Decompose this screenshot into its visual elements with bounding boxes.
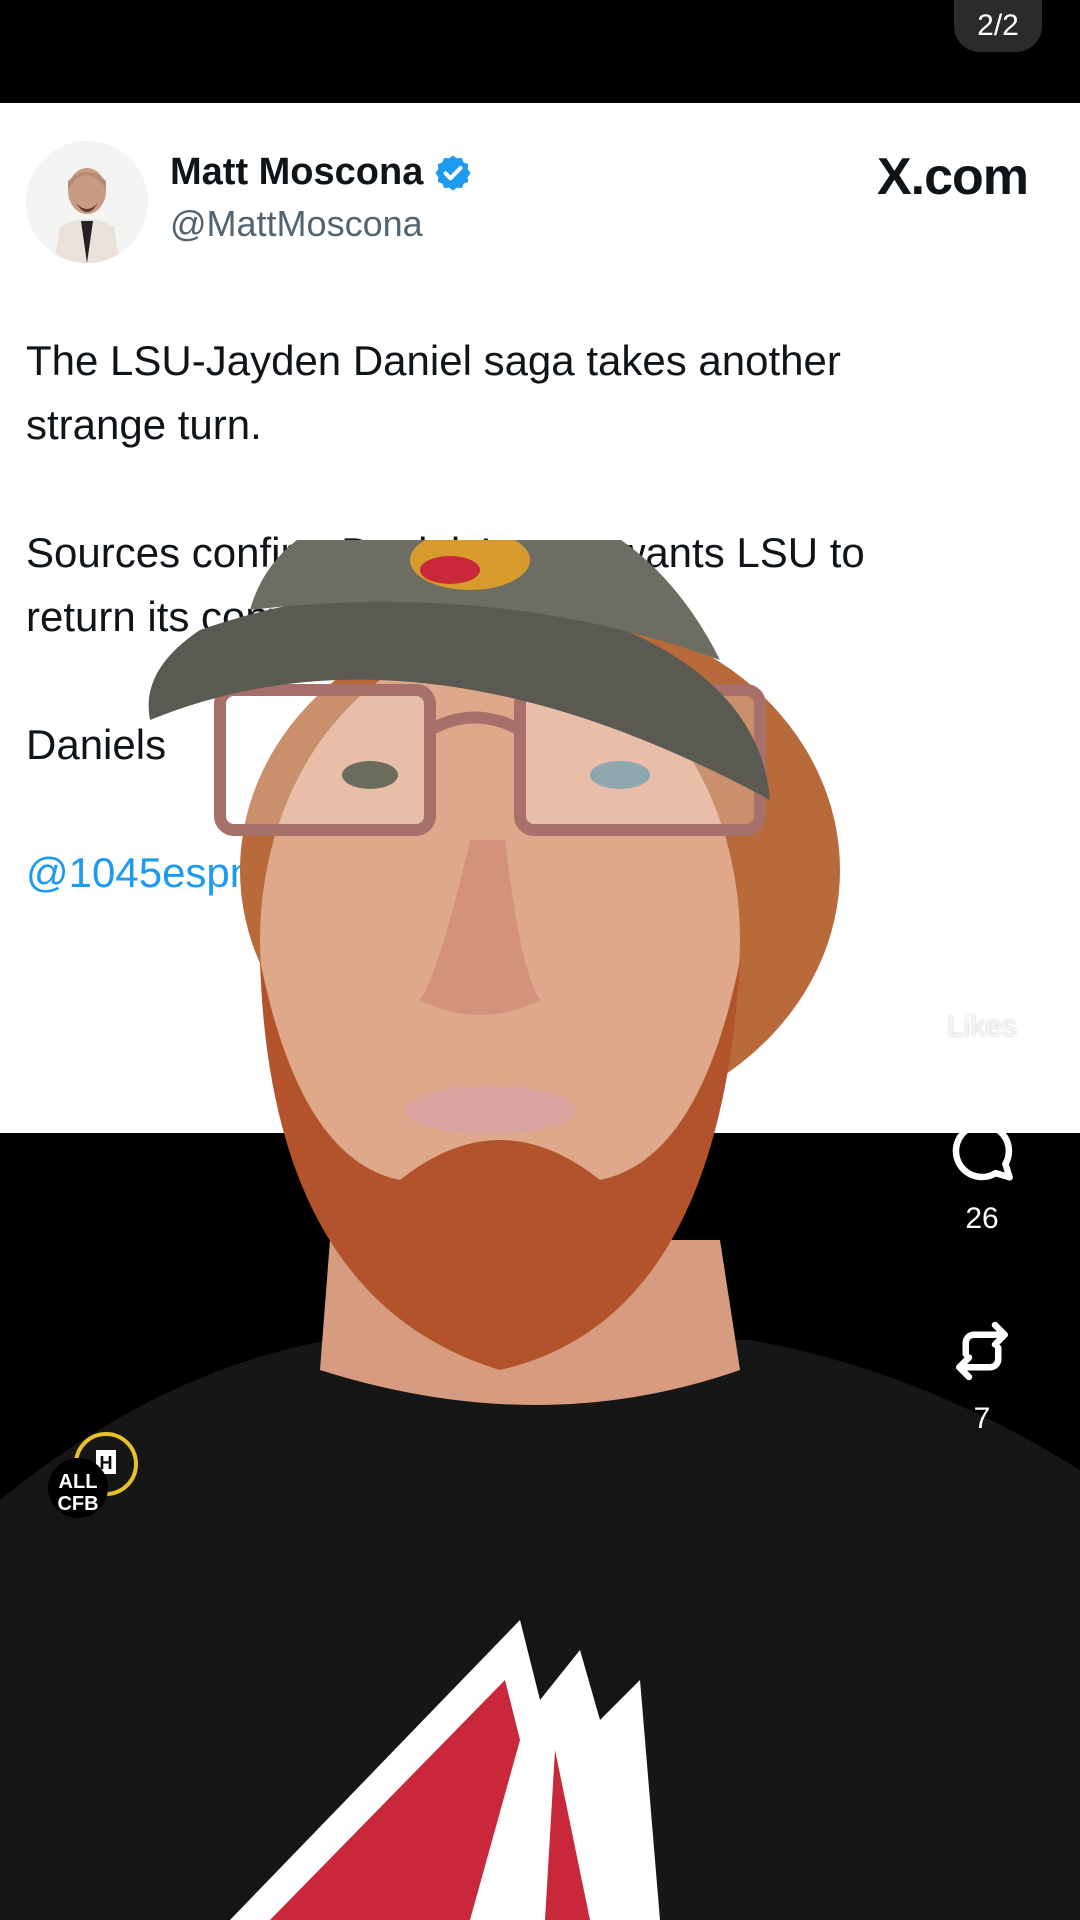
repost-action[interactable]: 7 [922, 1312, 1042, 1436]
channel-watermark-logo: H ALL CFB [48, 1432, 138, 1518]
likes-label: Likes [946, 1010, 1018, 1043]
verified-badge-icon [435, 155, 471, 190]
comment-action[interactable]: 26 [922, 1112, 1042, 1236]
author-name: Matt Moscona [170, 151, 473, 194]
like-action[interactable]: Likes [922, 920, 1042, 1044]
author-name-text: Matt Moscona [170, 151, 424, 193]
page-counter: 2/2 [954, 0, 1042, 52]
author-avatar [26, 141, 148, 263]
brand-logo: X.com [876, 148, 1029, 206]
author-handle: @MattMoscona [170, 203, 423, 244]
svg-text:CFB: CFB [57, 1493, 98, 1515]
repost-arrows-icon[interactable] [943, 1312, 1021, 1390]
heart-icon[interactable] [943, 920, 1021, 998]
comment-bubble-icon[interactable] [943, 1112, 1021, 1190]
svg-text:ALL: ALL [59, 1471, 98, 1493]
video-stage[interactable]: 2/2 Matt Moscona @MattMoscona X.com The … [0, 0, 1080, 1920]
tweet-paragraph-1: The LSU-Jayden Daniel saga takes another… [26, 337, 841, 448]
comments-count: 26 [965, 1202, 999, 1235]
reposts-count: 7 [973, 1402, 991, 1435]
presenter-video-overlay [0, 540, 1080, 1920]
